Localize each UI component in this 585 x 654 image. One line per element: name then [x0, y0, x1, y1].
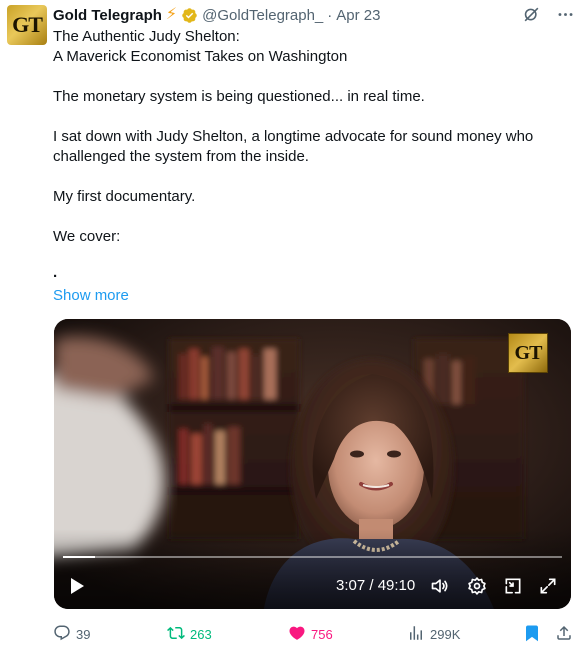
repost-icon [167, 624, 185, 645]
share-button[interactable] [555, 624, 573, 645]
reply-icon [53, 624, 71, 645]
tweet: GT Gold Telegraph ⚡ @GoldTelegraph_ · Ap… [0, 0, 585, 654]
post-date[interactable]: Apr 23 [336, 7, 380, 24]
more-icon[interactable] [555, 4, 575, 24]
play-icon[interactable] [68, 577, 86, 595]
bullet-point: · [53, 268, 58, 285]
tweet-header: Gold Telegraph ⚡ @GoldTelegraph_ · Apr 2… [53, 4, 575, 26]
views-count: 299K [430, 627, 461, 642]
picture-in-picture-icon[interactable] [503, 576, 523, 596]
verified-badge-icon[interactable] [181, 7, 198, 24]
handle[interactable]: @GoldTelegraph_ [202, 7, 323, 24]
views-button[interactable]: 299K [407, 624, 460, 645]
repost-button[interactable]: 263 [167, 624, 212, 645]
header-actions [521, 4, 575, 24]
bookmark-button[interactable] [523, 624, 541, 645]
video-controls: 3:07 / 49:10 [54, 571, 571, 601]
show-more-link[interactable]: Show more [53, 287, 129, 304]
repost-count: 263 [190, 627, 212, 642]
like-button[interactable]: 756 [288, 624, 333, 645]
tweet-actions: 39 263 756 299K [53, 624, 573, 644]
avatar[interactable]: GT [7, 5, 47, 45]
fullscreen-icon[interactable] [538, 576, 558, 596]
display-name[interactable]: Gold Telegraph [53, 7, 162, 24]
video-time-readout: 3:07 / 49:10 [336, 577, 416, 594]
avatar-logo-text: GT [12, 12, 43, 37]
paragraph-2: I sat down with Judy Shelton, a longtime… [53, 128, 534, 165]
like-icon [288, 624, 306, 645]
bookmark-icon [523, 624, 541, 645]
paragraph-4: We cover: [53, 228, 121, 245]
video-player[interactable]: GT 3:07 / 49:10 [54, 319, 571, 609]
views-icon [407, 624, 425, 645]
watermark-text: GT [514, 341, 543, 364]
video-watermark-logo: GT [508, 333, 548, 373]
paragraph-1: The monetary system is being questioned.… [53, 88, 425, 105]
video-progress-bar[interactable] [63, 556, 562, 558]
video-progress-fill [63, 556, 95, 558]
title-line-1: The Authentic Judy Shelton: [53, 28, 240, 45]
title-line-2: A Maverick Economist Takes on Washington [53, 48, 348, 65]
paragraph-3: My first documentary. [53, 188, 196, 205]
volume-icon[interactable] [430, 576, 450, 596]
reply-button[interactable]: 39 [53, 624, 90, 645]
like-count: 756 [311, 627, 333, 642]
grok-icon[interactable] [521, 4, 541, 24]
lightning-bolt-icon: ⚡ [165, 6, 178, 23]
settings-icon[interactable] [467, 576, 487, 596]
separator-dot: · [327, 6, 333, 24]
reply-count: 39 [76, 627, 91, 642]
share-icon [555, 624, 573, 645]
tweet-text: The Authentic Judy Shelton: A Maverick E… [53, 27, 571, 287]
